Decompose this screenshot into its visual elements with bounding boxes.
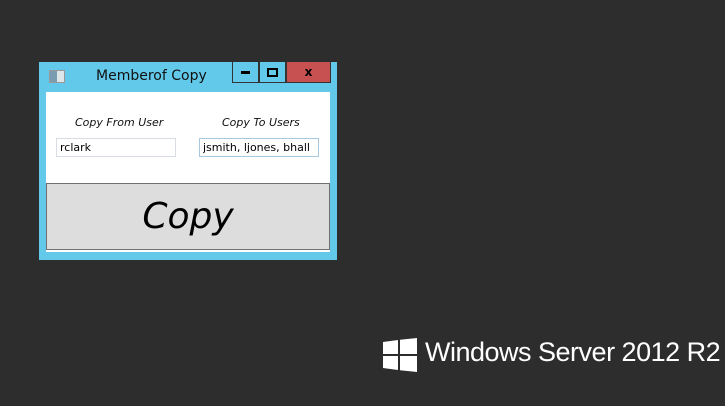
copy-from-label: Copy From User [75,116,164,129]
window-title: Memberof Copy [96,68,207,84]
copy-button[interactable]: Copy [46,183,330,250]
copy-from-input[interactable] [56,138,176,157]
minimize-icon [241,70,250,74]
close-icon: x [304,65,313,79]
app-icon[interactable] [49,70,65,83]
minimize-button[interactable] [232,62,259,83]
app-window: Memberof Copy x Copy From User Copy To U… [39,62,337,260]
close-button[interactable]: x [286,62,331,83]
windows-logo-icon [383,338,417,372]
os-branding: Windows Server 2012 R2 [425,337,721,367]
maximize-icon [267,67,278,77]
client-area: Copy From User Copy To Users Copy [46,92,330,252]
copy-to-label: Copy To Users [222,116,300,129]
copy-to-input[interactable] [199,138,319,157]
maximize-button[interactable] [259,62,286,83]
